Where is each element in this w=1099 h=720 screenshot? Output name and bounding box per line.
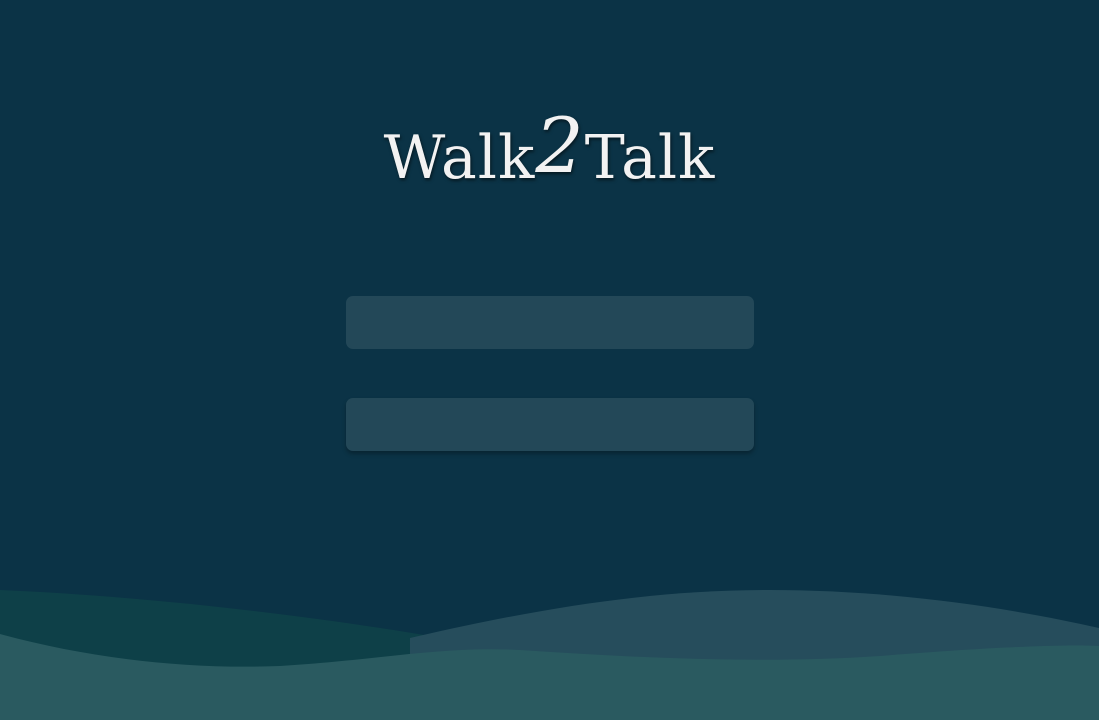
logo-text-two: 2 <box>535 101 585 190</box>
username-input[interactable] <box>346 296 754 349</box>
decorative-waves <box>0 590 1099 720</box>
login-screen: Walk2Talk <box>0 0 1099 720</box>
app-logo: Walk2Talk <box>0 106 1099 198</box>
password-input[interactable] <box>346 398 754 451</box>
logo-text-talk: Talk <box>584 123 716 193</box>
logo-text-walk: Walk <box>383 123 536 193</box>
